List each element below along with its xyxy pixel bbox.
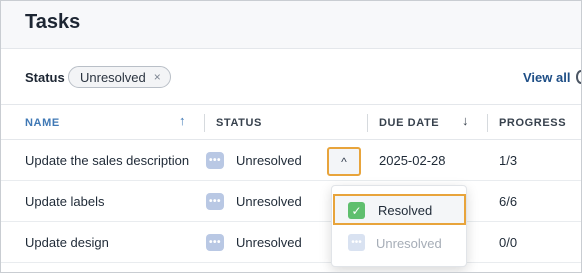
column-divider [487, 114, 488, 132]
page-header: Tasks [1, 1, 581, 49]
unresolved-status-icon: ••• [206, 193, 224, 210]
task-name[interactable]: Update labels [25, 194, 105, 209]
table-row[interactable]: Update labels ••• Unresolved 6/6 [1, 181, 581, 222]
chevron-up-icon: ^ [341, 154, 347, 169]
status-option-unresolved: ••• Unresolved [333, 228, 466, 259]
sort-ascending-icon[interactable]: ↑ [179, 114, 186, 127]
column-divider [204, 114, 205, 132]
unresolved-status-icon: ••• [206, 152, 224, 169]
table-row[interactable]: Update the sales description ••• Unresol… [1, 140, 581, 181]
progress-value: 0/0 [499, 235, 518, 250]
status-filter-chip[interactable]: Unresolved × [68, 66, 171, 88]
due-date-value: 2025-02-28 [379, 153, 446, 168]
check-icon: ✓ [348, 202, 365, 219]
unresolved-status-icon: ••• [206, 234, 224, 251]
option-label: Unresolved [376, 236, 442, 251]
column-header-status[interactable]: STATUS [216, 117, 262, 129]
filter-bar: Status Unresolved × View all [1, 50, 581, 105]
column-header-progress[interactable]: PROGRESS [499, 117, 566, 129]
column-header-name[interactable]: NAME [25, 117, 60, 129]
sort-descending-icon[interactable]: ↓ [462, 114, 469, 127]
chip-label: Unresolved [80, 69, 146, 85]
status-dropdown-toggle[interactable]: ^ [327, 147, 361, 176]
dots-icon: ••• [348, 234, 365, 251]
table-header: NAME ↑ STATUS DUE DATE ↓ PROGRESS [1, 106, 581, 140]
status-value: Unresolved [236, 194, 302, 209]
filter-label: Status [25, 70, 65, 85]
progress-value: 6/6 [499, 194, 518, 209]
status-option-resolved[interactable]: ✓ Resolved [333, 194, 466, 225]
status-value: Unresolved [236, 153, 302, 168]
option-label: Resolved [378, 203, 433, 218]
column-header-due-date[interactable]: DUE DATE [379, 117, 439, 129]
column-divider [367, 114, 368, 132]
task-name[interactable]: Update design [25, 235, 109, 250]
table-row[interactable]: Update design ••• Unresolved 0/0 [1, 222, 581, 263]
status-value: Unresolved [236, 235, 302, 250]
status-dropdown-menu: ✓ Resolved ••• Unresolved [331, 185, 467, 267]
view-all-link[interactable]: View all [523, 70, 570, 85]
task-name[interactable]: Update the sales description [25, 153, 189, 168]
tasks-page: Tasks Status Unresolved × View all NAME … [0, 0, 582, 273]
page-title: Tasks [25, 11, 81, 33]
clock-icon[interactable] [576, 70, 581, 84]
close-icon[interactable]: × [154, 71, 161, 83]
progress-value: 1/3 [499, 153, 518, 168]
